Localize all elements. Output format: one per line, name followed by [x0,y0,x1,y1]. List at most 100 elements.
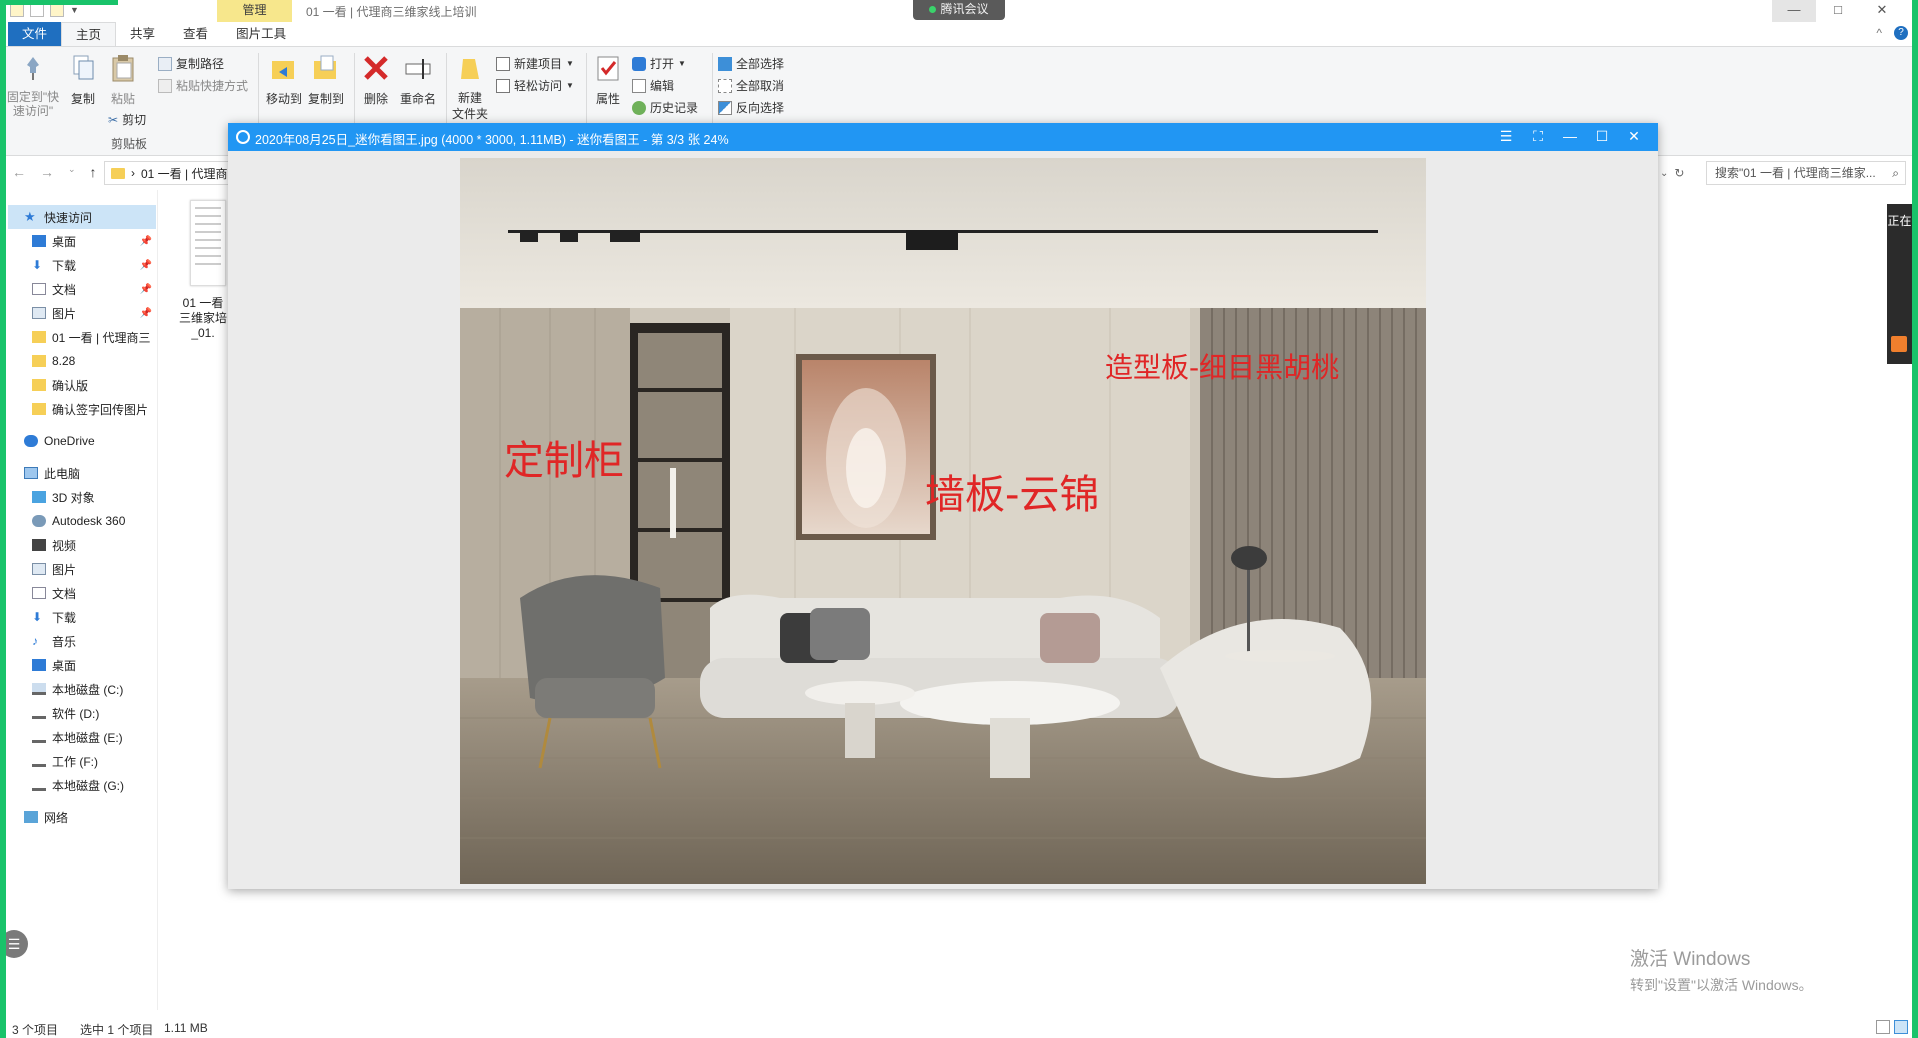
file-name[interactable]: 01 一看 三维家培 _01. [175,296,231,344]
tencent-meeting-indicator[interactable]: 腾讯会议 [913,0,1005,20]
viewer-maximize-button[interactable]: ☐ [1586,123,1618,151]
nav-folder-sign[interactable]: 确认签字回传图片 [8,397,156,421]
paste-button[interactable]: 粘贴 [106,53,140,107]
properties-button[interactable]: 属性 [590,53,626,107]
details-view-icon[interactable] [1876,1020,1890,1034]
avatar[interactable] [1891,336,1907,352]
viewer-close-button[interactable]: ✕ [1618,123,1650,151]
nav-desktop-pinned[interactable]: 桌面 📌 [8,229,156,253]
paste-shortcut-button[interactable]: 粘贴快捷方式 [158,77,248,94]
help-icon[interactable]: ? [1894,26,1908,40]
easy-access-button[interactable]: 轻松访问 ▼ [496,77,574,94]
pin-icon[interactable]: 📌 [140,236,152,247]
viewer-minimize-button[interactable]: — [1554,123,1586,151]
copy-path-label: 复制路径 [176,57,225,71]
up-arrow-icon[interactable]: ↑ [90,164,97,180]
nav-downloads-pinned[interactable]: ⬇ 下载 📌 [8,253,156,277]
nav-downloads[interactable]: ⬇ 下载 [8,605,156,629]
nav-pictures[interactable]: 图片 [8,557,156,581]
folder-icon[interactable] [10,3,24,17]
refresh-icon[interactable]: ↻ [1674,166,1684,180]
window-controls: — □ ✕ [1772,0,1904,22]
nav-folder-828[interactable]: 8.28 [8,349,156,373]
nav-desktop[interactable]: 桌面 [8,653,156,677]
nav-quick-access[interactable]: ★ 快速访问 [8,205,156,229]
document-preview [190,200,226,286]
minimize-button[interactable]: — [1772,0,1816,22]
forward-arrow-icon[interactable]: → [40,164,54,180]
select-none-button[interactable]: 全部取消 [718,77,784,94]
new-item-button[interactable]: 新建项目 ▼ [496,55,574,72]
pin-quick-access-button[interactable]: 固定到"快速访问" [6,53,60,118]
nav-pane-splitter[interactable] [157,190,158,1010]
nav-label: 工作 (F:) [52,754,98,769]
chevron-down-icon: ▼ [678,59,686,68]
viewer-titlebar[interactable]: 2020年08月25日_迷你看图王.jpg (4000 * 3000, 1.11… [228,123,1658,151]
tab-manage[interactable]: 管理 [217,0,292,22]
back-arrow-icon[interactable]: ← [12,164,26,180]
copy-to-button[interactable]: 复制到 [304,53,348,107]
nav-3d-objects[interactable]: 3D 对象 [8,485,156,509]
new-folder-icon[interactable] [50,3,64,17]
nav-videos[interactable]: 视频 [8,533,156,557]
tab-file[interactable]: 文件 [8,22,62,46]
nav-network[interactable]: 网络 [8,805,156,829]
close-button[interactable]: ✕ [1860,0,1904,22]
meeting-side-tab[interactable]: 正在 [1887,204,1912,364]
nav-this-pc[interactable]: 此电脑 [8,461,156,485]
viewer-fullscreen-button[interactable]: ⛶ [1522,123,1554,151]
nav-drive-e[interactable]: 本地磁盘 (E:) [8,725,156,749]
nav-drive-f[interactable]: 工作 (F:) [8,749,156,773]
recent-chevron-icon[interactable]: ⌄ [68,164,76,180]
nav-drive-d[interactable]: 软件 (D:) [8,701,156,725]
nav-pictures-pinned[interactable]: 图片 📌 [8,301,156,325]
search-input[interactable]: 搜索"01 一看 | 代理商三维家... ⌕ [1706,161,1906,185]
nav-autodesk[interactable]: Autodesk 360 [8,509,156,533]
edit-icon [632,78,646,93]
move-to-label: 移动到 [265,92,302,106]
delete-button[interactable]: 删除 [358,53,394,107]
select-all-button[interactable]: 全部选择 [718,55,784,72]
copy-path-button[interactable]: 复制路径 [158,55,224,72]
pin-icon[interactable]: 📌 [140,284,152,295]
move-to-icon [272,61,294,79]
select-none-icon [718,78,732,93]
pin-icon[interactable]: 📌 [140,260,152,271]
nav-documents[interactable]: 文档 [8,581,156,605]
large-icons-view-icon[interactable] [1894,1020,1908,1034]
copy-button[interactable]: 复制 [66,53,100,107]
tab-home[interactable]: 主页 [61,22,117,46]
nav-documents-pinned[interactable]: 文档 📌 [8,277,156,301]
checkmark-icon[interactable] [30,3,44,17]
invert-selection-button[interactable]: 反向选择 [718,99,784,116]
address-dropdown-icon[interactable]: ⌄ [1660,168,1668,179]
history-button[interactable]: 历史记录 [632,99,698,116]
computer-icon [24,467,38,479]
nav-onedrive[interactable]: OneDrive [8,429,156,453]
nav-music[interactable]: ♪ 音乐 [8,629,156,653]
living-room-photo[interactable]: 定制柜 墙板-云锦 造型板-细目黑胡桃 [460,158,1426,884]
viewer-menu-button[interactable]: ☰ [1490,123,1522,151]
open-button[interactable]: 打开 ▼ [632,55,686,72]
cut-button[interactable]: ✂ 剪切 [108,111,146,128]
nav-folder-01[interactable]: 01 一看 | 代理商三 [8,325,156,349]
edit-button[interactable]: 编辑 [632,77,674,94]
activation-line2: 转到"设置"以激活 Windows。 [1630,977,1813,993]
new-folder-button[interactable]: 新建 文件夹 [450,53,490,122]
nav-folder-confirm[interactable]: 确认版 [8,373,156,397]
breadcrumb[interactable]: 01 一看 | 代理商 [141,165,227,182]
pin-icon[interactable]: 📌 [140,308,152,319]
nav-drive-c[interactable]: 本地磁盘 (C:) [8,677,156,701]
rename-button[interactable]: 重命名 [396,53,440,107]
move-to-button[interactable]: 移动到 [264,53,304,107]
folder-icon [32,403,46,415]
file-thumbnail[interactable] [190,200,230,290]
tab-view[interactable]: 查看 [169,22,222,46]
nav-drive-g[interactable]: 本地磁盘 (G:) [8,773,156,797]
maximize-button[interactable]: □ [1816,0,1860,22]
collapse-ribbon-icon[interactable]: ^ [1876,26,1882,40]
tab-share[interactable]: 共享 [116,22,169,46]
address-bar[interactable]: › 01 一看 | 代理商 [104,161,229,185]
tab-picture-tools[interactable]: 图片工具 [222,22,300,46]
chevron-down-icon[interactable]: ▼ [70,5,79,15]
